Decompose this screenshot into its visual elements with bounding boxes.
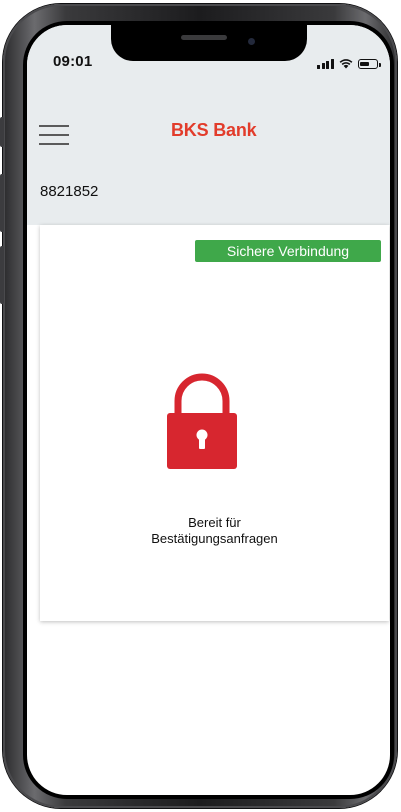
brand-title: BKS Bank <box>171 120 257 140</box>
menu-button[interactable] <box>39 125 69 145</box>
status-message-line1: Bereit für <box>188 515 241 530</box>
status-message: Bereit für Bestätigungsanfragen <box>40 515 389 547</box>
status-message-line2: Bestätigungsanfragen <box>151 531 278 546</box>
screen-bezel: 09:01 BKS Bank 8821852 Sichere Verbindun… <box>23 21 394 799</box>
wifi-icon <box>339 59 352 69</box>
volume-down-button <box>0 246 4 304</box>
speaker-grille <box>181 35 227 40</box>
app-screen: 09:01 BKS Bank 8821852 Sichere Verbindun… <box>27 25 390 795</box>
secure-connection-badge: Sichere Verbindung <box>195 240 381 262</box>
front-camera <box>248 38 255 45</box>
signal-icon <box>317 58 334 69</box>
hamburger-menu-icon <box>39 125 69 127</box>
status-icons <box>317 55 381 69</box>
status-card: Sichere Verbindung Bereit für Bestätigun… <box>40 225 389 621</box>
lock-icon <box>167 373 237 469</box>
device-notch <box>111 25 307 61</box>
account-number: 8821852 <box>40 183 99 200</box>
silent-switch <box>0 117 4 147</box>
status-time: 09:01 <box>53 53 93 70</box>
battery-icon <box>357 59 381 69</box>
volume-up-button <box>0 174 4 232</box>
phone-frame: 09:01 BKS Bank 8821852 Sichere Verbindun… <box>0 4 397 808</box>
